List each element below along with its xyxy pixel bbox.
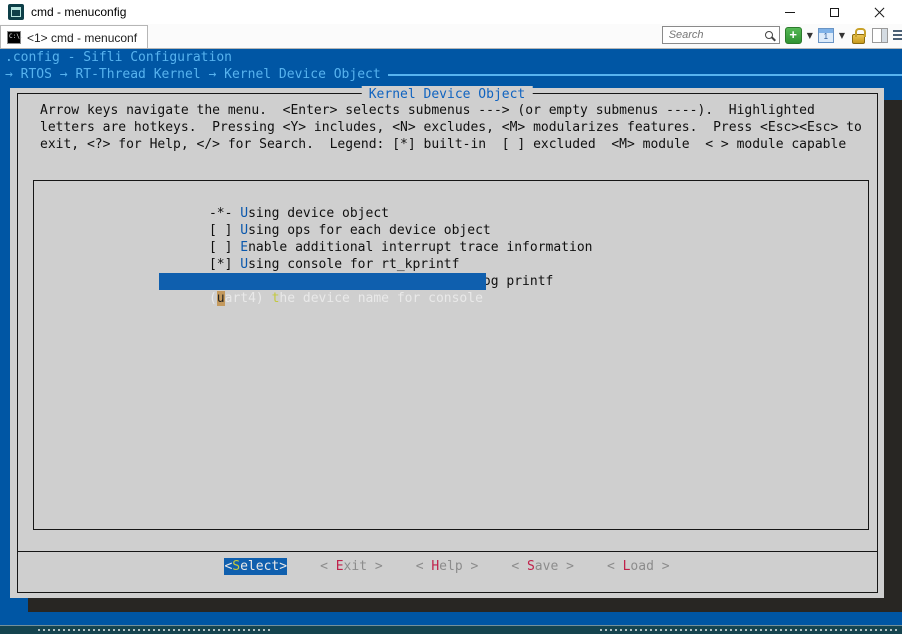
text-cursor: u [217,291,225,306]
menu-item-buffer-size[interactable]: (128) the buffer size for console log pr… [162,256,553,273]
console-tab[interactable]: <1> cmd - menuconf [0,25,148,49]
menu-item-using-ops[interactable]: [ ] Using ops for each device object [162,205,491,222]
search-box [662,26,780,44]
close-icon [874,7,885,18]
split-panel-icon[interactable] [872,28,888,43]
console-tab-label: <1> cmd - menuconf [27,31,137,45]
console-list-dropdown-icon[interactable]: ▼ [839,31,845,40]
lock-icon[interactable] [850,27,867,44]
breadcrumb: → RTOS → RT-Thread Kernel → Kernel Devic… [0,66,902,83]
dialog-title: Kernel Device Object [362,86,533,103]
dialog-shadow-right [884,100,902,612]
save-button[interactable]: < Save > [511,558,574,575]
toolbar: + ▼ ▼ [662,26,902,44]
maximize-icon [830,8,839,17]
dialog-buttons: <Select> < Exit > < Help > < Save > < Lo… [10,558,884,575]
new-console-dropdown-icon[interactable]: ▼ [807,31,813,40]
titlebar: cmd - menuconfig [0,0,902,24]
minimize-button[interactable] [767,0,812,24]
menu-item-using-device-object[interactable]: -*- Using device object [162,188,389,205]
search-icon [765,31,773,39]
select-button[interactable]: <Select> [224,558,287,575]
instructions-line: letters are hotkeys. Pressing <Y> includ… [40,119,862,136]
close-button[interactable] [857,0,902,24]
config-header: .config - Sifli Configuration [0,49,902,66]
dialog-shadow-bottom [28,598,902,612]
search-input[interactable] [667,28,765,42]
window-title: cmd - menuconfig [31,5,126,19]
app-icon [8,4,24,20]
window-controls [767,0,902,24]
menu-icon[interactable] [893,30,902,40]
maximize-button[interactable] [812,0,857,24]
minimize-icon [785,12,795,13]
exit-button[interactable]: < Exit > [320,558,383,575]
help-button[interactable]: < Help > [416,558,479,575]
status-text-clipped [600,629,898,631]
console-list-icon[interactable] [818,28,834,43]
load-button[interactable]: < Load > [607,558,670,575]
tab-bar: <1> cmd - menuconf + ▼ ▼ [0,24,902,49]
status-text-clipped [38,629,270,631]
status-bar [0,625,902,634]
dialog-instructions: Arrow keys navigate the menu. <Enter> se… [40,102,862,153]
terminal-screen: .config - Sifli Configuration → RTOS → R… [0,49,902,634]
breadcrumb-text: → RTOS → RT-Thread Kernel → Kernel Devic… [5,66,381,83]
instructions-line: Arrow keys navigate the menu. <Enter> se… [40,102,862,119]
button-separator [17,551,878,552]
breadcrumb-rule [388,74,902,76]
cmd-icon [7,31,21,44]
menuconfig-dialog: Kernel Device Object Arrow keys navigate… [10,88,884,598]
menu-item-console-device-name-selected[interactable]: (uart4) the device name for console [159,273,486,290]
menu-item-interrupt-trace[interactable]: [ ] Enable additional interrupt trace in… [162,222,592,239]
new-console-button[interactable]: + [785,27,802,44]
menu-item-using-console[interactable]: [*] Using console for rt_kprintf [162,239,459,256]
instructions-line: exit, <?> for Help, </> for Search. Lege… [40,136,862,153]
